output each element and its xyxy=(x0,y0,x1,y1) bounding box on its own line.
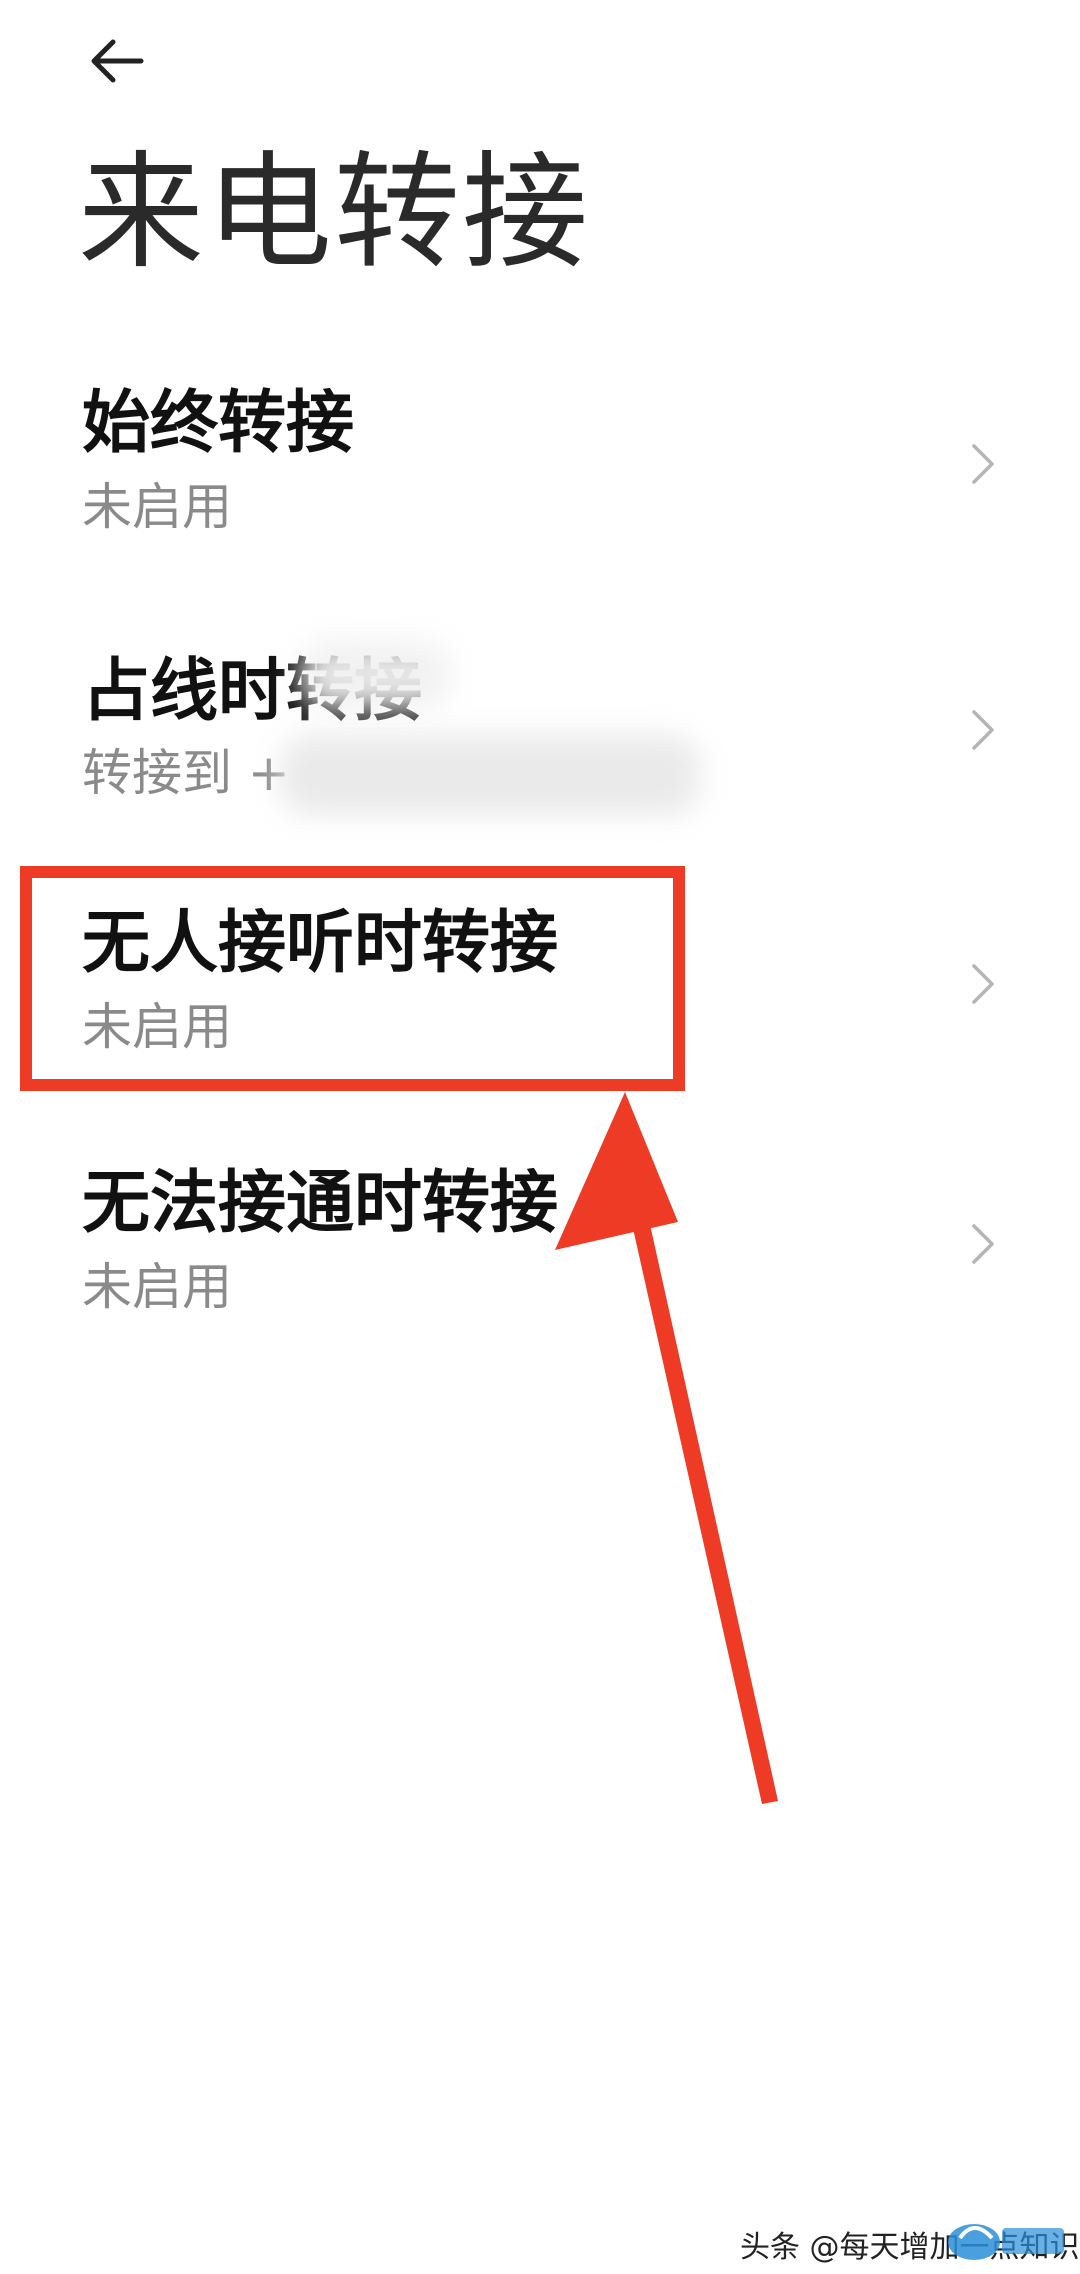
list-item-always-forward[interactable]: 始终转接 未启用 xyxy=(0,350,1080,590)
blurred-phone-number xyxy=(280,735,700,815)
blurred-text xyxy=(300,640,450,710)
arrow-left-icon xyxy=(91,39,144,83)
item-title: 始终转接 xyxy=(82,384,355,463)
back-button[interactable] xyxy=(72,16,162,106)
list-item-no-answer-forward[interactable]: 无人接听时转接 未启用 xyxy=(0,870,1080,1110)
watermark-logo-icon xyxy=(948,2224,1064,2260)
chevron-right-icon xyxy=(972,964,994,1004)
chevron-right-icon xyxy=(972,710,994,750)
item-status: 未启用 xyxy=(82,478,232,536)
item-forward-number: 转接到 + xyxy=(82,744,290,802)
list-item-busy-forward[interactable]: 占线时转接 转接到 + xyxy=(0,610,1080,850)
chevron-right-icon xyxy=(972,444,994,484)
item-status: 未启用 xyxy=(82,1258,232,1316)
page-title: 来电转接 xyxy=(78,139,590,286)
item-status: 未启用 xyxy=(82,998,232,1056)
item-title: 无法接通时转接 xyxy=(82,1164,559,1243)
list-item-unreachable-forward[interactable]: 无法接通时转接 未启用 xyxy=(0,1130,1080,1370)
item-title: 无人接听时转接 xyxy=(82,904,559,983)
chevron-right-icon xyxy=(972,1224,994,1264)
